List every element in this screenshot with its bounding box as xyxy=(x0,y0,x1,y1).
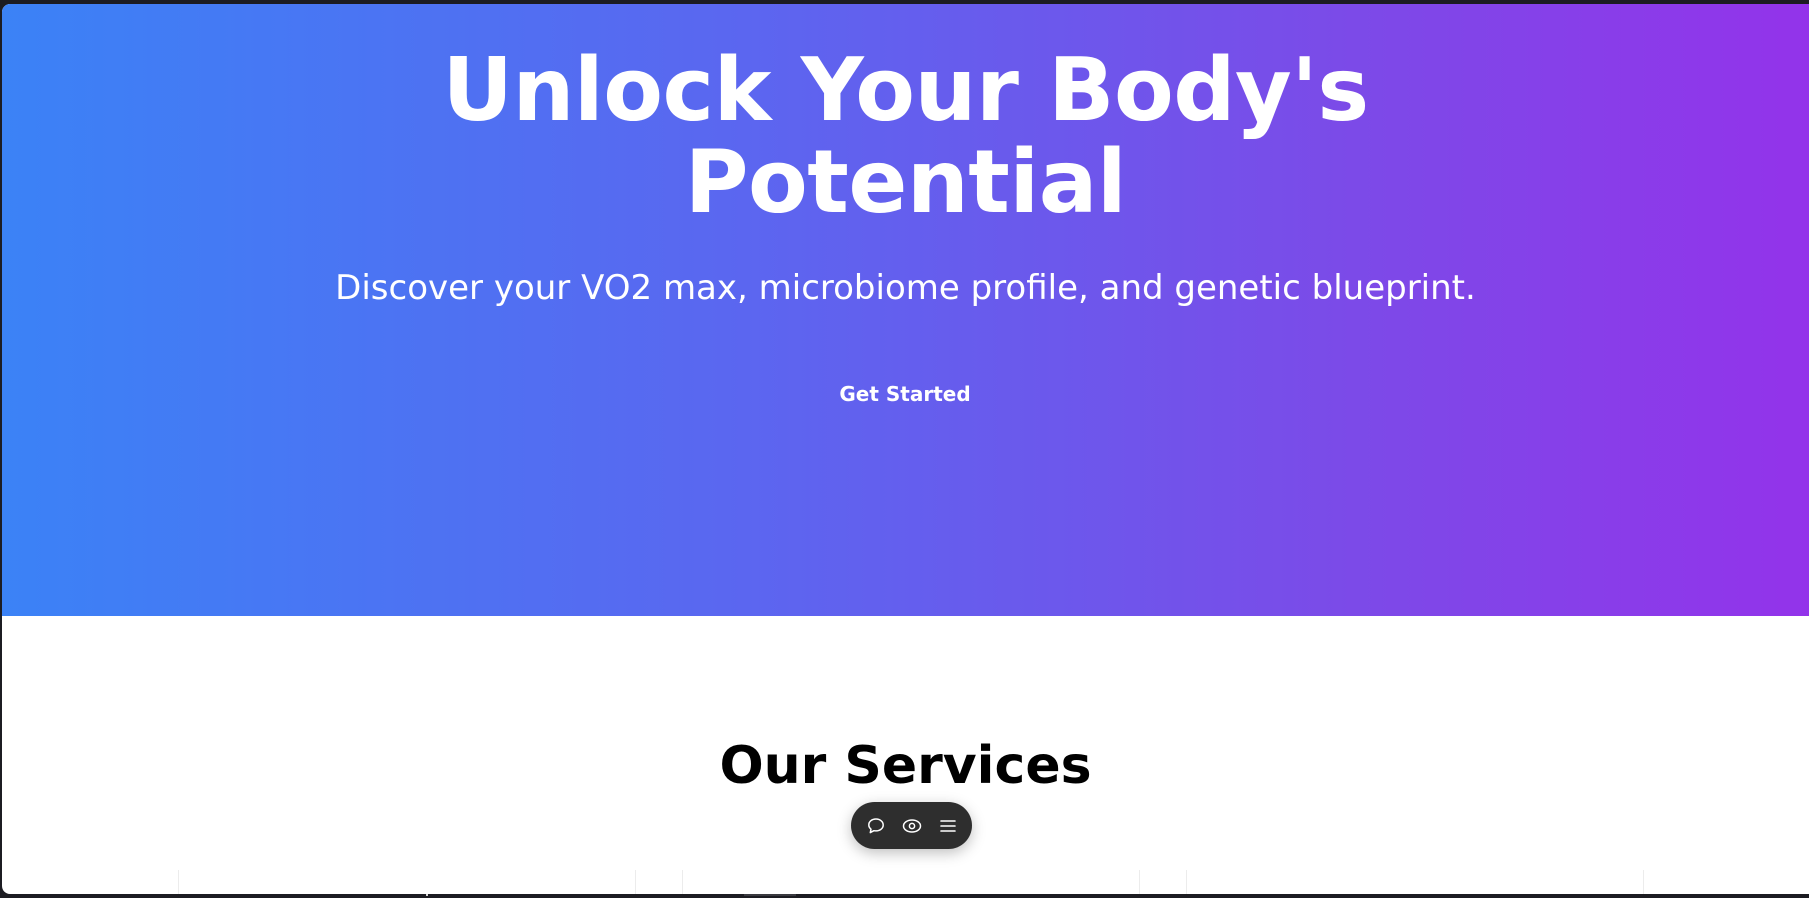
menu-button[interactable] xyxy=(935,813,961,839)
service-card-edge xyxy=(635,870,636,894)
scroll-marker xyxy=(426,894,428,896)
service-card-edge xyxy=(682,870,683,894)
comment-button[interactable] xyxy=(863,813,889,839)
eye-icon xyxy=(902,818,921,833)
hero-title-line-1: Unlock Your Body's xyxy=(442,39,1369,141)
get-started-button[interactable]: Get Started xyxy=(834,372,976,416)
floating-toolbar xyxy=(851,802,972,849)
preview-button[interactable] xyxy=(899,813,925,839)
service-card-edge xyxy=(1139,870,1140,894)
window-bottom-edge xyxy=(0,894,1809,898)
service-card-edge xyxy=(1643,870,1644,894)
comment-icon xyxy=(867,817,884,833)
hero-subtitle: Discover your VO2 max, microbiome profil… xyxy=(335,268,1476,308)
hero-title: Unlock Your Body's Potential xyxy=(2,44,1809,228)
hero-title-line-2: Potential xyxy=(684,131,1127,233)
page-viewport: Unlock Your Body's Potential Discover yo… xyxy=(2,4,1809,894)
hero-section: Unlock Your Body's Potential Discover yo… xyxy=(2,4,1809,616)
service-card-edge xyxy=(1186,870,1187,894)
service-card-edge xyxy=(178,870,179,894)
scroll-marker xyxy=(744,894,796,896)
services-title: Our Services xyxy=(719,736,1092,796)
menu-icon xyxy=(939,819,956,832)
